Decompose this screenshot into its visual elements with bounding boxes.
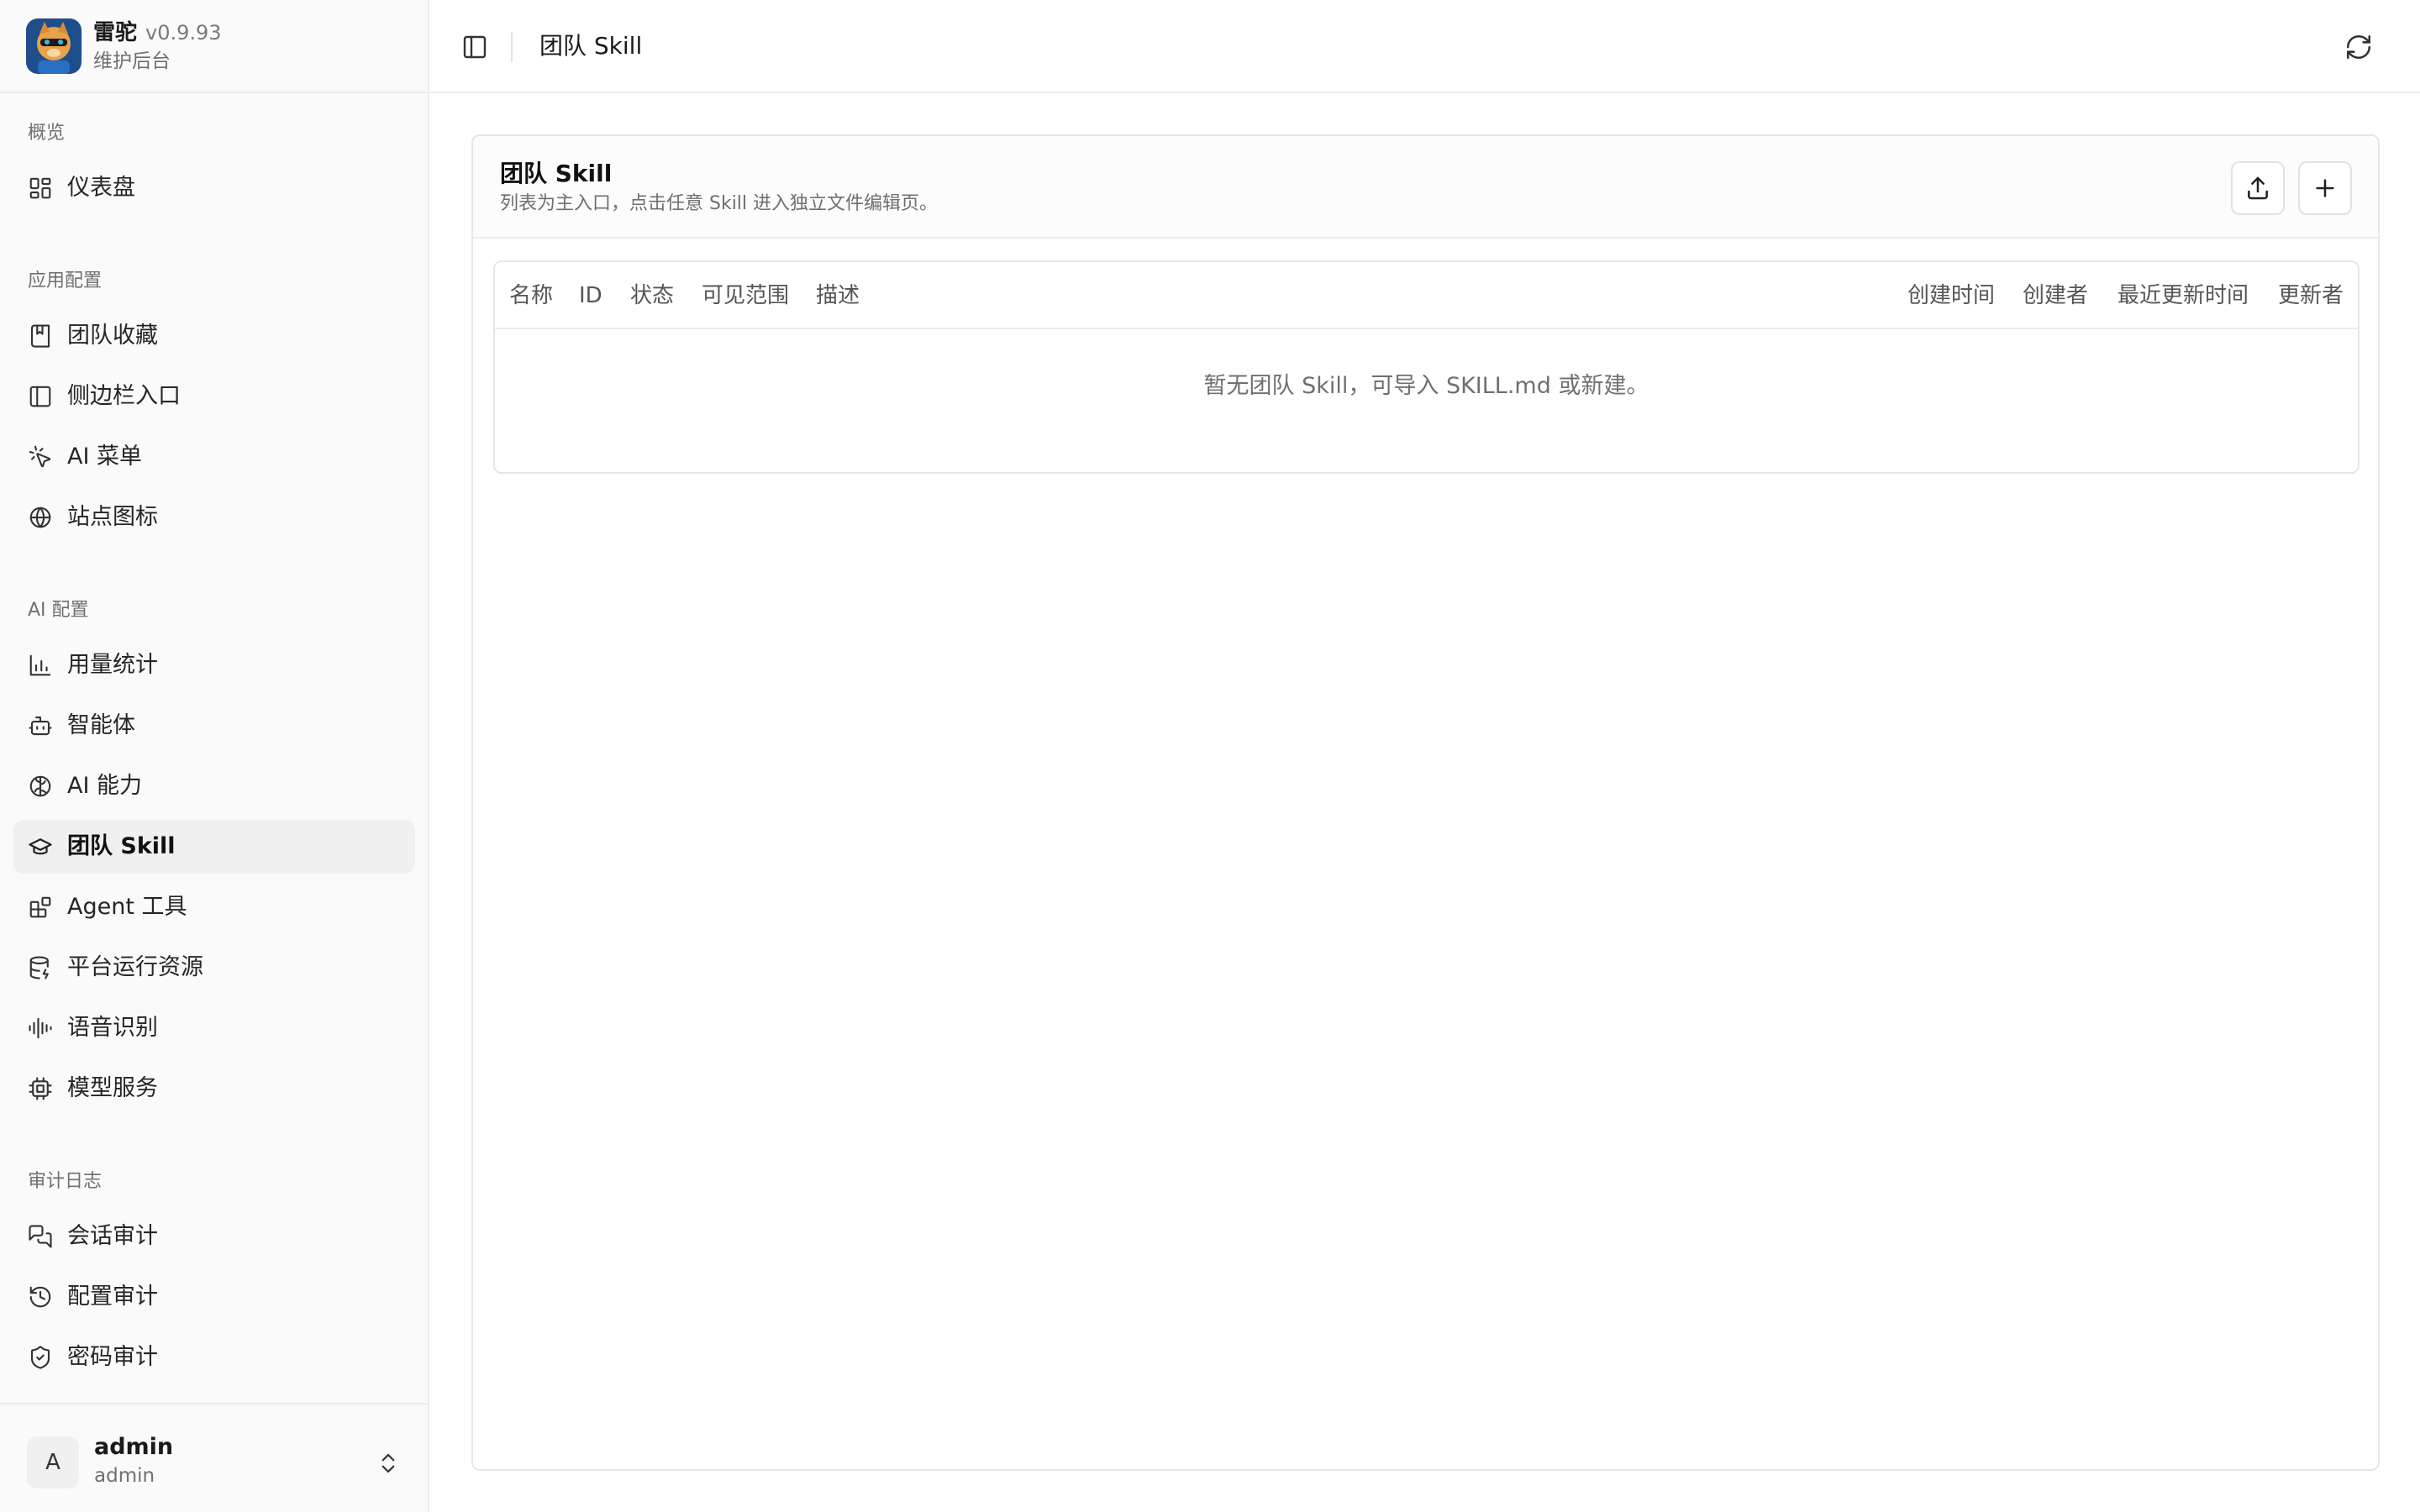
table-header: 名称 ID 状态 可见范围 描述 创建时间 创建者 最近更新时间 更新者 [495, 262, 2358, 329]
nav-group-ai-config: AI 配置 [28, 600, 89, 621]
sidebar-item-agents[interactable]: 智能体 [13, 699, 415, 753]
sidebar-item-site-icon[interactable]: 站点图标 [13, 491, 415, 544]
user-name: admin [94, 1434, 174, 1460]
panel-left-icon [463, 35, 487, 59]
sidebar-icon [27, 383, 54, 410]
team-skill-card: 团队 Skill 列表为主入口，点击任意 Skill 进入独立文件编辑页。 名称… [471, 134, 2380, 1471]
sidebar-item-agent-tools[interactable]: Agent 工具 [13, 880, 415, 934]
sidebar-item-label: AI 能力 [67, 773, 143, 799]
sidebar-item-label: 密码审计 [67, 1344, 158, 1370]
page-title: 团队 Skill [539, 32, 643, 60]
topbar-divider [511, 32, 513, 62]
sidebar-item-team-favorites[interactable]: 团队收藏 [13, 309, 415, 363]
sidebar-item-label: 配置审计 [67, 1284, 158, 1310]
audio-waveform-icon [27, 1015, 54, 1042]
sidebar-item-label: AI 菜单 [67, 444, 143, 470]
sidebar-item-dashboard[interactable]: 仪表盘 [13, 161, 415, 215]
sidebar-item-platform-resources[interactable]: 平台运行资源 [13, 941, 415, 995]
sidebar-item-speech-recognition[interactable]: 语音识别 [13, 1001, 415, 1055]
add-skill-button[interactable] [2298, 161, 2352, 215]
app-root: 雷驼 v0.9.93 维护后台 概览 仪表盘 应用配置 团队收藏 侧边栏入口 A… [0, 0, 2420, 1512]
sidebar-item-ai-capabilities[interactable]: AI 能力 [13, 759, 415, 813]
column-header-description: 描述 [816, 283, 860, 308]
nav-group-audit-logs: 审计日志 [28, 1171, 103, 1192]
column-header-name: 名称 [509, 283, 554, 308]
sidebar-item-session-audit[interactable]: 会话审计 [13, 1210, 415, 1263]
sidebar-item-password-audit[interactable]: 密码审计 [13, 1331, 415, 1384]
refresh-button[interactable] [2340, 29, 2377, 66]
globe-icon [27, 504, 54, 531]
blocks-icon [27, 894, 54, 921]
sidebar-item-label: Agent 工具 [67, 894, 187, 920]
bot-icon [27, 712, 54, 739]
avatar: A [27, 1436, 79, 1488]
refresh-icon [2346, 34, 2371, 60]
pointer-click-icon [27, 444, 54, 470]
database-icon [27, 954, 54, 981]
history-icon [27, 1284, 54, 1310]
upload-icon [2248, 176, 2268, 200]
graduation-cap-icon [27, 833, 54, 860]
sidebar-item-label: 模型服务 [67, 1075, 158, 1101]
brain-icon [27, 773, 54, 800]
nav-group-app-config: 应用配置 [28, 270, 103, 291]
card-title: 团队 Skill [500, 160, 613, 187]
brand-name: 雷驼 v0.9.93 [93, 20, 222, 45]
column-header-visibility: 可见范围 [702, 283, 790, 308]
chevrons-up-down-icon[interactable] [373, 1448, 403, 1478]
sidebar-item-label: 侧边栏入口 [67, 383, 181, 409]
import-button[interactable] [2231, 161, 2285, 215]
shield-check-icon [27, 1344, 54, 1371]
dashboard-icon [27, 175, 54, 202]
brand-version: v0.9.93 [145, 21, 222, 45]
bar-chart-icon [27, 652, 54, 679]
column-header-id: ID [579, 283, 602, 308]
sidebar: 雷驼 v0.9.93 维护后台 概览 仪表盘 应用配置 团队收藏 侧边栏入口 A… [0, 0, 429, 1512]
sidebar-item-label: 仪表盘 [67, 175, 135, 201]
user-menu[interactable]: A admin admin [0, 1403, 428, 1512]
sidebar-item-label: 团队 Skill [67, 833, 176, 859]
sidebar-item-label: 语音识别 [67, 1015, 158, 1041]
sidebar-item-usage-stats[interactable]: 用量统计 [13, 638, 415, 692]
brand-header: 雷驼 v0.9.93 维护后台 [0, 0, 428, 93]
sidebar-item-sidebar-entry[interactable]: 侧边栏入口 [13, 370, 415, 423]
sidebar-item-label: 平台运行资源 [67, 954, 203, 980]
card-description: 列表为主入口，点击任意 Skill 进入独立文件编辑页。 [500, 193, 939, 214]
bookmark-icon [27, 323, 54, 349]
sidebar-item-team-skill[interactable]: 团队 Skill [13, 820, 415, 874]
sidebar-item-label: 智能体 [67, 712, 135, 738]
sidebar-item-label: 用量统计 [67, 652, 158, 678]
nav-group-overview: 概览 [28, 123, 66, 144]
messages-icon [27, 1223, 54, 1250]
skill-table: 名称 ID 状态 可见范围 描述 创建时间 创建者 最近更新时间 更新者 暂无团… [493, 260, 2360, 474]
sidebar-toggle-button[interactable] [458, 30, 492, 64]
sidebar-item-label: 团队收藏 [67, 323, 158, 349]
brand-subtitle: 维护后台 [93, 50, 171, 72]
sidebar-item-model-services[interactable]: 模型服务 [13, 1062, 415, 1116]
card-header: 团队 Skill 列表为主入口，点击任意 Skill 进入独立文件编辑页。 [473, 136, 2378, 239]
sidebar-item-label: 会话审计 [67, 1223, 158, 1249]
column-header-creator: 创建者 [2023, 283, 2089, 308]
plus-icon [2316, 179, 2334, 197]
sidebar-item-ai-menu[interactable]: AI 菜单 [13, 430, 415, 484]
topbar: 团队 Skill [429, 0, 2420, 93]
column-header-updater: 更新者 [2278, 283, 2344, 308]
column-header-updated-at: 最近更新时间 [2118, 283, 2249, 308]
empty-state-message: 暂无团队 Skill，可导入 SKILL.md 或新建。 [1203, 373, 1649, 399]
sidebar-item-config-audit[interactable]: 配置审计 [13, 1270, 415, 1324]
user-role: admin [94, 1465, 155, 1487]
brand-logo-icon [26, 18, 82, 74]
column-header-created-at: 创建时间 [1907, 283, 1996, 308]
cpu-icon [27, 1075, 54, 1102]
column-header-status: 状态 [630, 283, 675, 308]
sidebar-item-label: 站点图标 [67, 504, 158, 530]
